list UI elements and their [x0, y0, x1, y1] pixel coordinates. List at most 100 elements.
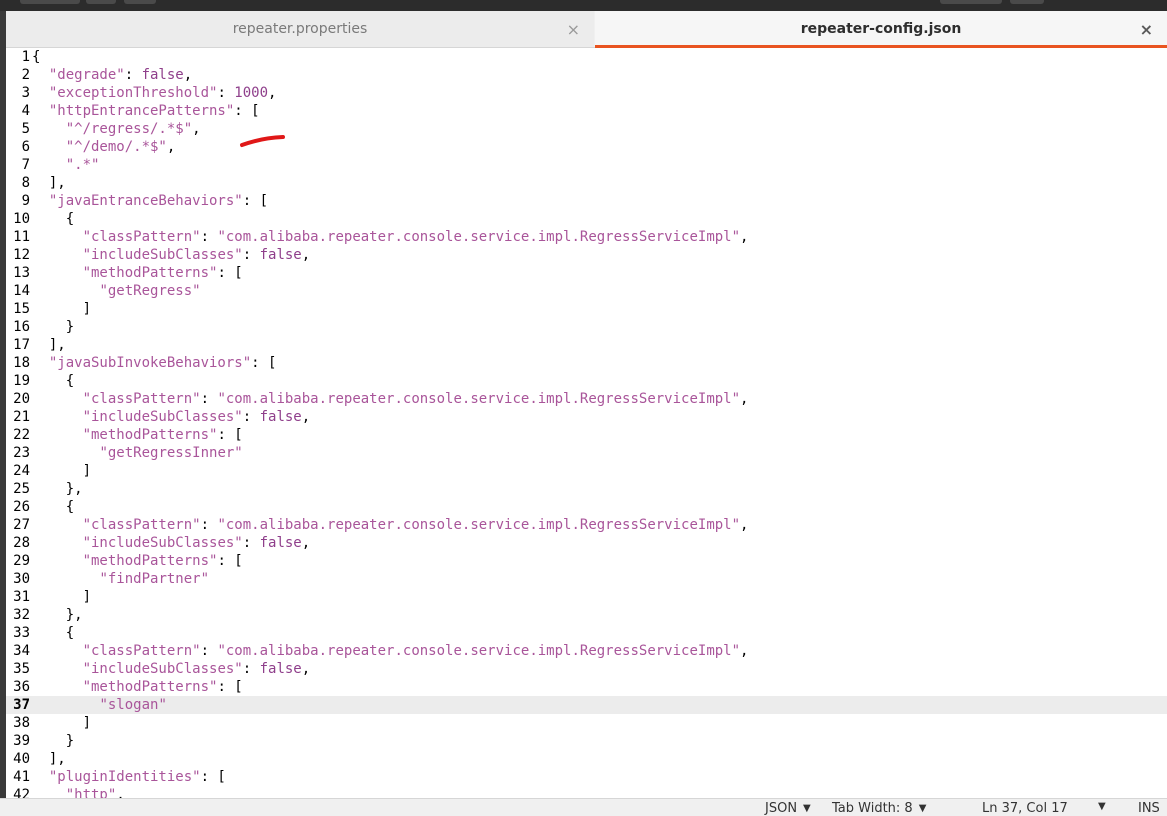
header-button[interactable] [1010, 0, 1044, 4]
code-line[interactable]: 36 "methodPatterns": [ [6, 678, 1167, 696]
code-line[interactable]: 29 "methodPatterns": [ [6, 552, 1167, 570]
code-text: }, [32, 607, 83, 623]
line-number: 6 [21, 139, 30, 155]
code-line[interactable]: 39 } [6, 732, 1167, 750]
code-text: ] [32, 715, 92, 731]
code-line[interactable]: 11 "classPattern": "com.alibaba.repeater… [6, 228, 1167, 246]
code-line[interactable]: 17 ], [6, 336, 1167, 354]
window-top-bar [0, 0, 1167, 11]
header-button[interactable] [20, 0, 80, 4]
code-line[interactable]: 30 "findPartner" [6, 570, 1167, 588]
code-line[interactable]: 18 "javaSubInvokeBehaviors": [ [6, 354, 1167, 372]
code-text: "classPattern": "com.alibaba.repeater.co… [82, 391, 749, 407]
code-line[interactable]: 33 { [6, 624, 1167, 642]
code-line[interactable]: 7 ".*" [6, 156, 1167, 174]
code-text: } [32, 319, 75, 335]
code-line[interactable]: 10 { [6, 210, 1167, 228]
code-text: "javaEntranceBehaviors": [ [48, 193, 269, 209]
line-number: 30 [13, 571, 30, 587]
line-number: 18 [13, 355, 30, 371]
code-line[interactable]: 40 ], [6, 750, 1167, 768]
code-line[interactable]: 9 "javaEntranceBehaviors": [ [6, 192, 1167, 210]
code-line[interactable]: 22 "methodPatterns": [ [6, 426, 1167, 444]
position-dropdown[interactable]: ▼ [1098, 801, 1106, 812]
line-number: 22 [13, 427, 30, 443]
code-line[interactable]: 42 "http", [6, 786, 1167, 798]
code-line[interactable]: 12 "includeSubClasses": false, [6, 246, 1167, 264]
code-text: ], [32, 175, 66, 191]
chevron-down-icon: ▼ [1098, 801, 1106, 812]
cursor-position[interactable]: Ln 37, Col 17 [982, 801, 1068, 816]
tab-bar: repeater.properties × repeater-config.js… [6, 11, 1167, 48]
code-text: "methodPatterns": [ [82, 553, 243, 569]
code-line[interactable]: 23 "getRegressInner" [6, 444, 1167, 462]
code-text: "^/regress/.*$", [65, 121, 201, 137]
code-line[interactable]: 25 }, [6, 480, 1167, 498]
code-line[interactable]: 41 "pluginIdentities": [ [6, 768, 1167, 786]
code-line[interactable]: 20 "classPattern": "com.alibaba.repeater… [6, 390, 1167, 408]
header-button[interactable] [124, 0, 156, 4]
insert-mode[interactable]: INS [1138, 801, 1160, 816]
line-number: 3 [21, 85, 30, 101]
code-line[interactable]: 8 ], [6, 174, 1167, 192]
code-line[interactable]: 38 ] [6, 714, 1167, 732]
code-text: { [32, 49, 41, 65]
code-text: ] [32, 463, 92, 479]
code-text: "includeSubClasses": false, [82, 409, 311, 425]
code-text: "classPattern": "com.alibaba.repeater.co… [82, 229, 749, 245]
line-number: 28 [13, 535, 30, 551]
code-text: } [32, 733, 75, 749]
code-text: "includeSubClasses": false, [82, 535, 311, 551]
code-line[interactable]: 31 ] [6, 588, 1167, 606]
code-text: { [32, 373, 75, 389]
code-line[interactable]: 15 ] [6, 300, 1167, 318]
code-text: { [32, 211, 75, 227]
line-number: 41 [13, 769, 30, 785]
chevron-down-icon: ▼ [918, 803, 927, 814]
code-line[interactable]: 19 { [6, 372, 1167, 390]
code-line[interactable]: 6 "^/demo/.*$", [6, 138, 1167, 156]
line-number: 9 [21, 193, 30, 209]
line-number: 15 [13, 301, 30, 317]
line-number: 16 [13, 319, 30, 335]
code-line[interactable]: 34 "classPattern": "com.alibaba.repeater… [6, 642, 1167, 660]
close-icon[interactable]: × [1140, 20, 1153, 39]
code-line[interactable]: 2 "degrade": false, [6, 66, 1167, 84]
code-line[interactable]: 4 "httpEntrancePatterns": [ [6, 102, 1167, 120]
line-number: 37 [13, 697, 30, 713]
code-line[interactable]: 28 "includeSubClasses": false, [6, 534, 1167, 552]
code-text: "slogan" [99, 697, 167, 713]
code-line[interactable]: 26 { [6, 498, 1167, 516]
code-text: "includeSubClasses": false, [82, 661, 311, 677]
code-line[interactable]: 35 "includeSubClasses": false, [6, 660, 1167, 678]
line-number: 10 [13, 211, 30, 227]
tab-repeater-config-json[interactable]: repeater-config.json × [595, 11, 1167, 48]
status-bar: JSON ▼ Tab Width: 8 ▼ Ln 37, Col 17 ▼ IN… [0, 798, 1167, 816]
code-line[interactable]: 16 } [6, 318, 1167, 336]
code-line[interactable]: 21 "includeSubClasses": false, [6, 408, 1167, 426]
close-icon[interactable]: × [567, 20, 580, 39]
code-line[interactable]: 1{ [6, 48, 1167, 66]
code-editor[interactable]: 1{2 "degrade": false, 3 "exceptionThresho… [6, 48, 1167, 798]
code-line[interactable]: 3 "exceptionThreshold": 1000, [6, 84, 1167, 102]
code-line[interactable]: 5 "^/regress/.*$", [6, 120, 1167, 138]
code-line[interactable]: 27 "classPattern": "com.alibaba.repeater… [6, 516, 1167, 534]
code-text: ], [32, 751, 66, 767]
code-text: "getRegressInner" [99, 445, 243, 461]
code-line[interactable]: 14 "getRegress" [6, 282, 1167, 300]
code-line[interactable]: 37 "slogan" [6, 696, 1167, 714]
code-line[interactable]: 32 }, [6, 606, 1167, 624]
code-line[interactable]: 13 "methodPatterns": [ [6, 264, 1167, 282]
line-number: 24 [13, 463, 30, 479]
tab-repeater-properties[interactable]: repeater.properties × [6, 11, 594, 47]
header-button[interactable] [940, 0, 1002, 4]
line-number: 25 [13, 481, 30, 497]
code-text: "classPattern": "com.alibaba.repeater.co… [82, 517, 749, 533]
insert-mode-label: INS [1138, 801, 1160, 816]
code-text: { [32, 625, 75, 641]
header-button[interactable] [86, 0, 116, 4]
code-line[interactable]: 24 ] [6, 462, 1167, 480]
line-number: 32 [13, 607, 30, 623]
language-selector[interactable]: JSON ▼ [765, 801, 811, 816]
tab-width-selector[interactable]: Tab Width: 8 ▼ [832, 801, 926, 816]
